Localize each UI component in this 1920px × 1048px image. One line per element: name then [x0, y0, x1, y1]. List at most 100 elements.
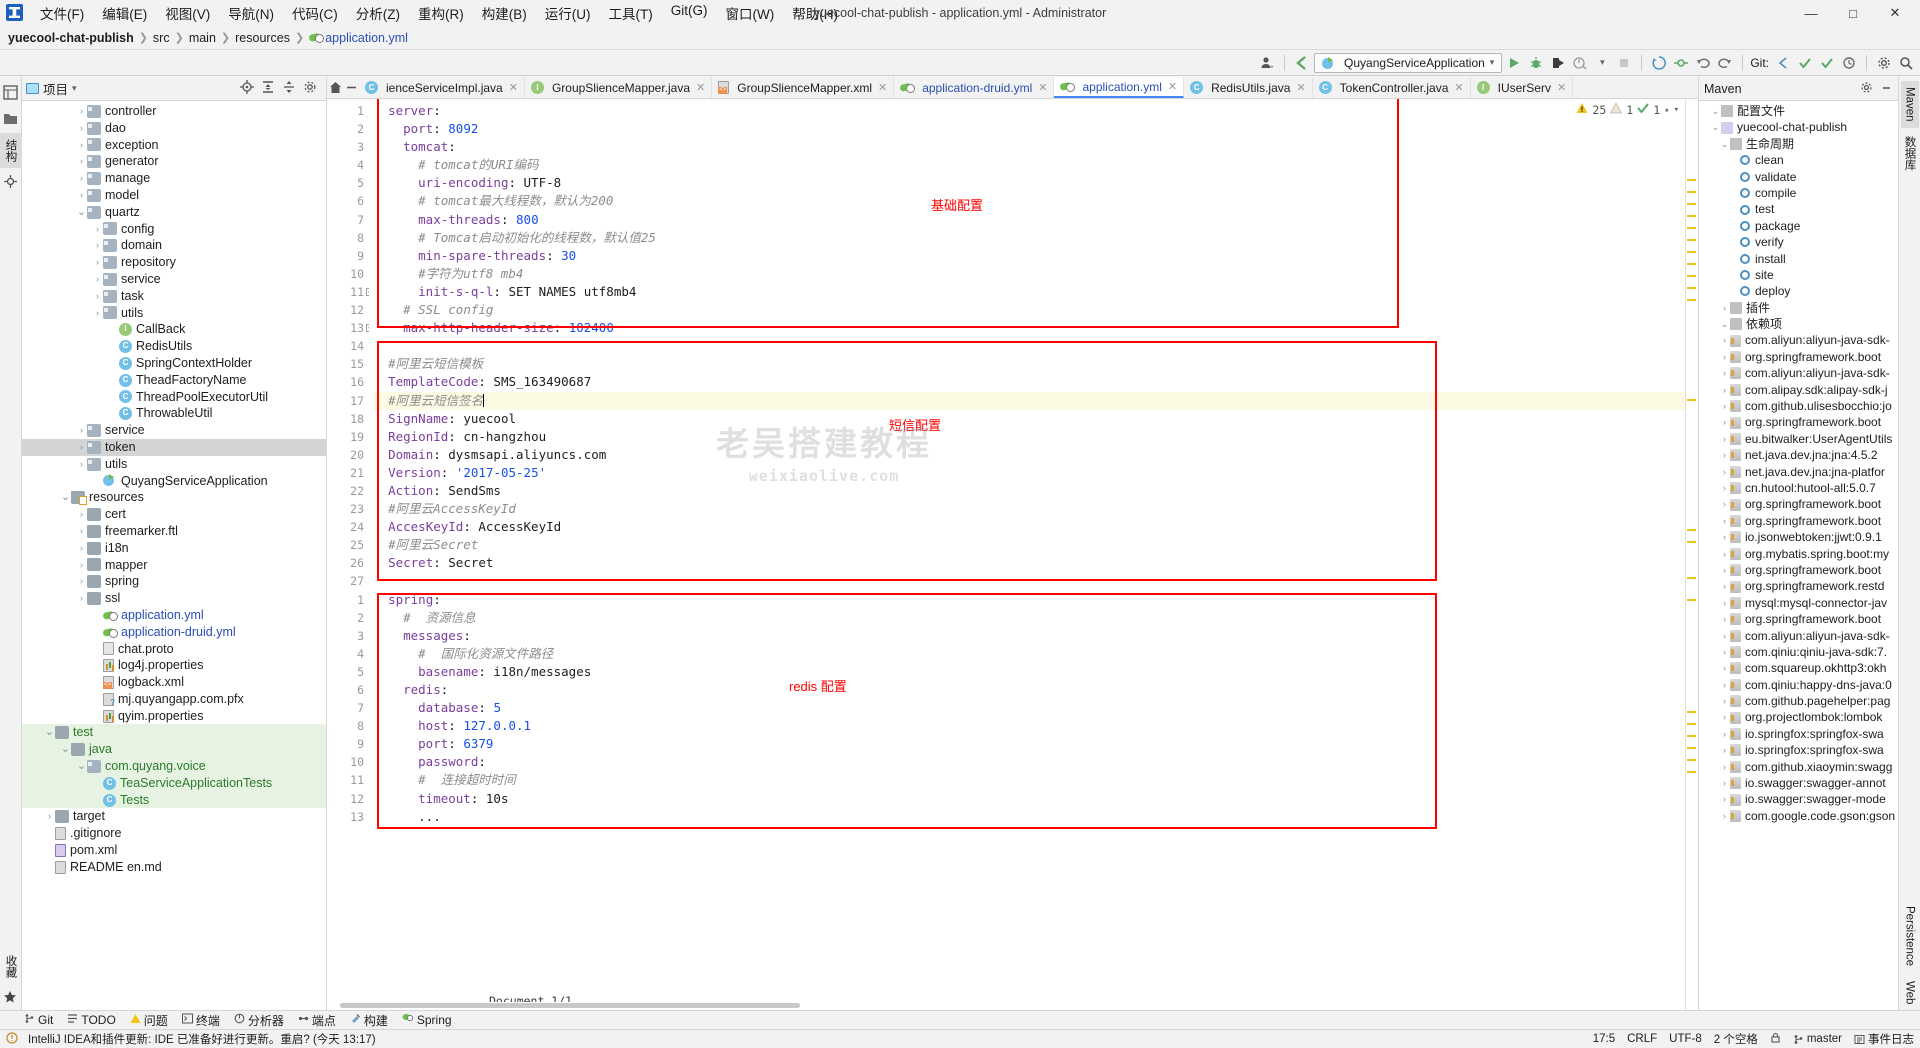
tree-node-log4j-properties[interactable]: log4j.properties — [22, 657, 326, 674]
tree-node-repository[interactable]: ›repository — [22, 254, 326, 271]
maven-dependency[interactable]: ›net.java.dev.jna:jna-platfor — [1699, 464, 1898, 480]
tree-node-readme-en-md[interactable]: README en.md — [22, 859, 326, 876]
home-icon[interactable] — [327, 77, 343, 97]
stripe-marker[interactable] — [1687, 599, 1696, 601]
chevron-right-icon[interactable]: › — [1719, 644, 1730, 660]
code-line[interactable]: max-http-header-size: 102400 — [373, 319, 1685, 337]
chevron-right-icon[interactable]: › — [1719, 709, 1730, 725]
maven-dependency[interactable]: ›org.springframework.boot — [1699, 611, 1898, 627]
git-branch-icon[interactable] — [1773, 53, 1793, 73]
chevron-down-icon[interactable]: ⌄ — [76, 204, 87, 221]
chevron-right-icon[interactable]: › — [76, 103, 87, 120]
chevron-right-icon[interactable]: › — [1719, 382, 1730, 398]
code-line[interactable]: # tomcat最大线程数，默认为200 — [373, 192, 1685, 210]
maven-node-verify[interactable]: verify — [1699, 234, 1898, 250]
tree-node-service[interactable]: ›service — [22, 422, 326, 439]
editor-tab-application-yml[interactable]: application.yml✕ — [1054, 77, 1184, 98]
menu-item-1[interactable]: 编辑(E) — [93, 0, 156, 26]
maven-dependency[interactable]: ›com.google.code.gson:gson — [1699, 808, 1898, 824]
editor-tab-groupsliencemapper-java[interactable]: IGroupSlienceMapper.java✕ — [525, 77, 712, 98]
locate-icon[interactable] — [240, 80, 254, 97]
tree-node-callback[interactable]: ICallBack — [22, 321, 326, 338]
breadcrumb-project[interactable]: yuecool-chat-publish — [8, 31, 134, 45]
profile-icon[interactable] — [1570, 53, 1590, 73]
chevron-down-icon[interactable]: ⌄ — [44, 724, 55, 741]
editor-gutter[interactable]: 1234567891011+1213+141516171819202122232… — [327, 99, 369, 1010]
tree-node-application-druid-yml[interactable]: application-druid.yml — [22, 624, 326, 641]
tree-node-logback-xml[interactable]: logback.xml — [22, 674, 326, 691]
chevron-right-icon[interactable]: › — [1719, 759, 1730, 775]
chevron-right-icon[interactable]: › — [1719, 791, 1730, 807]
stripe-marker[interactable] — [1687, 203, 1696, 205]
update-project-icon[interactable] — [1649, 53, 1669, 73]
tree-node-freemarker-ftl[interactable]: ›freemarker.ftl — [22, 523, 326, 540]
chevron-right-icon[interactable]: › — [92, 254, 103, 271]
tree-node-application-yml[interactable]: application.yml — [22, 607, 326, 624]
close-icon[interactable]: ✕ — [696, 81, 705, 94]
code-line[interactable]: redis: — [373, 681, 1685, 699]
code-line[interactable]: # SSL config — [373, 301, 1685, 319]
chevron-right-icon[interactable]: › — [1719, 464, 1730, 480]
code-line[interactable]: TemplateCode: SMS_163490687 — [373, 373, 1685, 391]
tree-node-resources[interactable]: ⌄resources — [22, 489, 326, 506]
project-tree[interactable]: ›controller›dao›exception›generator›mana… — [22, 101, 326, 1010]
code-line[interactable] — [373, 337, 1685, 355]
bottom-tab---[interactable]: 终端 — [182, 1012, 220, 1029]
code-line[interactable]: port: 6379 — [373, 735, 1685, 753]
maven-dependency[interactable]: ›mysql:mysql-connector-jav — [1699, 595, 1898, 611]
code-line[interactable]: port: 8092 — [373, 120, 1685, 138]
minimize-icon[interactable] — [1880, 81, 1893, 97]
chevron-right-icon[interactable]: › — [1719, 513, 1730, 529]
tree-node-cert[interactable]: ›cert — [22, 506, 326, 523]
code-line[interactable]: Action: SendSms — [373, 482, 1685, 500]
code-line[interactable]: Secret: Secret — [373, 554, 1685, 572]
chevron-right-icon[interactable]: › — [1719, 808, 1730, 824]
maven-dependency[interactable]: ›org.springframework.boot — [1699, 349, 1898, 365]
code-line[interactable]: database: 5 — [373, 699, 1685, 717]
chevron-right-icon[interactable]: › — [1719, 775, 1730, 791]
maven-node-compile[interactable]: compile — [1699, 185, 1898, 201]
tree-node-theadfactoryname[interactable]: CTheadFactoryName — [22, 372, 326, 389]
maven-node-validate[interactable]: validate — [1699, 169, 1898, 185]
maven-node----[interactable]: ⌄依赖项 — [1699, 316, 1898, 332]
maven-dependency[interactable]: ›io.swagger:swagger-annot — [1699, 775, 1898, 791]
stripe-marker[interactable] — [1687, 747, 1696, 749]
close-icon[interactable]: ✕ — [1296, 81, 1305, 94]
git-check-icon[interactable] — [1795, 53, 1815, 73]
chevron-down-icon[interactable]: ⌄ — [1719, 316, 1730, 332]
maven-dependency[interactable]: ›io.springfox:springfox-swa — [1699, 742, 1898, 758]
maven-node---[interactable]: ›插件 — [1699, 300, 1898, 316]
code-line[interactable]: #阿里云AccessKeyId — [373, 500, 1685, 518]
chevron-right-icon[interactable]: › — [76, 187, 87, 204]
chevron-right-icon[interactable]: › — [76, 523, 87, 540]
code-line[interactable]: #字符为utf8 mb4 — [373, 265, 1685, 283]
stripe-marker[interactable] — [1687, 541, 1696, 543]
chevron-down-icon[interactable]: ⌄ — [60, 741, 71, 758]
close-button[interactable]: ✕ — [1874, 1, 1916, 25]
chevron-right-icon[interactable]: › — [92, 237, 103, 254]
menu-item-2[interactable]: 视图(V) — [156, 0, 219, 26]
chevron-down-icon[interactable]: ▾ — [1674, 105, 1679, 115]
chevron-down-icon[interactable]: ⌄ — [60, 489, 71, 506]
maven-dependency[interactable]: ›io.jsonwebtoken:jjwt:0.9.1 — [1699, 529, 1898, 545]
git-branch-indicator[interactable]: master — [1793, 1033, 1842, 1045]
git-check-icon[interactable] — [1817, 53, 1837, 73]
chevron-right-icon[interactable]: › — [76, 456, 87, 473]
tree-node-task[interactable]: ›task — [22, 288, 326, 305]
right-tab-database[interactable]: 数据库 — [1899, 130, 1920, 177]
lock-icon[interactable] — [1770, 1032, 1781, 1046]
close-icon[interactable]: ✕ — [878, 81, 887, 94]
chevron-up-icon[interactable]: ▴ — [1664, 105, 1669, 115]
tree-node-spring[interactable]: ›spring — [22, 573, 326, 590]
menu-item-10[interactable]: Git(G) — [662, 0, 717, 26]
error-stripe[interactable] — [1685, 99, 1698, 1010]
maven-node-site[interactable]: site — [1699, 267, 1898, 283]
code-line[interactable]: max-threads: 800 — [373, 211, 1685, 229]
bottom-tab----[interactable]: 分析器 — [234, 1012, 284, 1029]
code-line[interactable]: #阿里云短信模板 — [373, 355, 1685, 373]
menu-item-8[interactable]: 运行(U) — [536, 0, 600, 26]
tree-node-test[interactable]: ⌄test — [22, 724, 326, 741]
maven-node-clean[interactable]: clean — [1699, 152, 1898, 168]
inspection-summary[interactable]: 25 1 1 ▴ ▾ — [1576, 102, 1679, 117]
tree-node-quyangserviceapplication[interactable]: QuyangServiceApplication — [22, 473, 326, 490]
